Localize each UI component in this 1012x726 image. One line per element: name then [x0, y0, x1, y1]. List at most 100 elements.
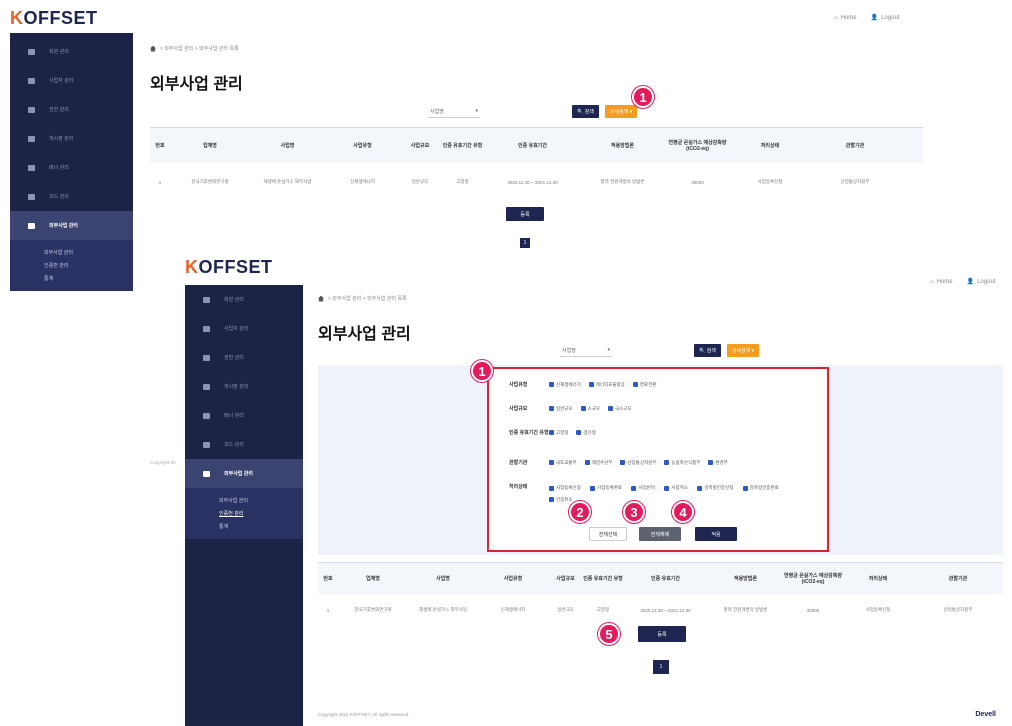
page-title: 외부사업 관리 — [150, 76, 243, 93]
submenu: 외부사업 관리 인증번 관리 통계 — [10, 240, 133, 291]
search-select[interactable]: 사업명 ▾ — [428, 106, 480, 118]
submenu-external[interactable]: 외부사업 관리 — [185, 494, 303, 507]
checkbox[interactable]: 인증취소 — [549, 495, 573, 505]
logout-link[interactable]: 👤 Logout — [967, 278, 996, 286]
copyright: Copyright 2021 KOFFSET. All rights reser… — [318, 712, 410, 717]
page-number-2[interactable]: 1 — [653, 660, 669, 674]
checkbox[interactable]: 농림축산식품부 — [664, 460, 700, 466]
cell: 재생에 온실가스 외부사업 — [263, 179, 312, 184]
logout-link[interactable]: 👤 Logout — [871, 14, 900, 22]
checkbox[interactable]: 갱신형 — [576, 430, 596, 436]
page-number[interactable]: 1 — [520, 238, 530, 248]
search-select[interactable]: 사업명 ▾ — [560, 345, 612, 357]
cell: 2020.12.30 ~ 2021.12.30 — [640, 607, 691, 613]
breadcrumb-2: > 외부사업 관리 > 외부사업 관리 목록 — [318, 295, 407, 302]
sidebar-item-auth[interactable]: 권한 관리 — [185, 343, 303, 372]
sidebar-item-board[interactable]: 게시판 관리 — [10, 124, 133, 153]
filter-row-validity: 인증 유효기간 유형 고정형 갱신형 — [509, 429, 596, 437]
col-header: 사업명 — [436, 576, 450, 582]
app-logo[interactable]: KOFFSET — [10, 8, 98, 29]
col-header: 관할기관 — [948, 576, 968, 582]
sidebar-item-banner[interactable]: 배너 관리 — [185, 401, 303, 430]
register-button[interactable]: 등록 — [506, 207, 544, 221]
checkbox[interactable]: 국토교통부 — [549, 460, 577, 466]
search-button[interactable]: 🔍 검색 — [694, 344, 721, 357]
register-button-2[interactable]: 등록 — [638, 626, 686, 642]
detail-search-panel: 사업유형 신재생에너지 에너지효율향상 연료전환 사업규모 일반규모 소규모 극… — [487, 367, 829, 552]
search-icon: 🔍 — [577, 109, 584, 115]
checkbox[interactable]: 사업등록완료 — [590, 483, 622, 493]
sidebar-item-members[interactable]: 회원 관리 — [185, 285, 303, 314]
submenu-stats[interactable]: 통계 — [10, 272, 133, 285]
checkbox[interactable]: 감축량인증완료 — [742, 483, 779, 493]
sidebar-item-auth[interactable]: 권한 관리 — [10, 95, 133, 124]
cell: 신재생에너지 — [500, 607, 526, 612]
check-icon — [580, 406, 586, 411]
checkbox[interactable]: 사업취소 — [664, 483, 688, 493]
home-icon[interactable] — [150, 45, 156, 52]
checkbox[interactable]: 감축량인증신청 — [697, 483, 733, 493]
col-header: 사업유형 — [503, 576, 523, 582]
table-header-2: 번호 업체명 사업명 사업유형 사업규모 인증 유효기간 유형 인증 유효기간 … — [318, 562, 1003, 594]
checkbox[interactable]: 환경부 — [708, 460, 728, 466]
col-header: 사업규모 — [410, 143, 430, 149]
sidebar-item-external[interactable]: 외부사업 관리 — [185, 459, 303, 488]
checkbox[interactable]: 사업반려 — [631, 483, 655, 493]
cell: 일반규모 — [411, 179, 429, 184]
home-link[interactable]: ⌂ Home — [930, 278, 953, 285]
sidebar-item-business[interactable]: 사업자 관리 — [185, 314, 303, 343]
detail-search-button[interactable]: 상세검색 ▾ — [726, 344, 760, 357]
table-row[interactable]: 1 한국기후변화연구원 재생에 온실가스 외부사업 신재생에너지 일반규모 고정… — [318, 598, 1003, 622]
user-icon — [203, 296, 210, 303]
cell: 고정형 — [456, 179, 469, 184]
annotation-badge-2: 2 — [569, 501, 591, 523]
sidebar-item-code[interactable]: 코드 관리 — [10, 182, 133, 211]
sidebar-item-banner[interactable]: 배너 관리 — [10, 153, 133, 182]
check-icon — [549, 430, 554, 435]
sidebar-item-business[interactable]: 사업자 관리 — [10, 66, 133, 95]
sidebar-item-external[interactable]: 외부사업 관리 — [10, 211, 133, 240]
checkbox[interactable]: 일반규모 — [549, 406, 573, 412]
col-header: 인증 유효기간 유형 — [583, 576, 623, 582]
table-header: 번호 업체명 사업명 사업유형 사업규모 인증 유효기간 유형 인증 유효기간 … — [150, 127, 923, 163]
checkbox[interactable]: 해양수산부 — [584, 460, 612, 466]
cell: 2020.12.30 ~ 2021.12.30 — [507, 179, 558, 185]
cell: 산업통상자원부 — [943, 607, 973, 612]
detail-search-button[interactable]: 상세검색 ▾ — [604, 105, 638, 118]
checkbox[interactable]: 연료전환 — [632, 382, 656, 388]
table-row[interactable]: 1 한국기후변화연구원 재생에 온실가스 외부사업 신재생에너지 일반규모 고정… — [150, 170, 923, 194]
check-icon — [588, 382, 594, 387]
board-icon — [203, 383, 210, 390]
apply-button[interactable]: 적용 — [695, 527, 737, 541]
home-icon[interactable] — [318, 295, 324, 302]
check-icon — [549, 497, 554, 502]
select-all-button[interactable]: 전체선택 — [589, 527, 627, 541]
checkbox[interactable]: 신재생에너지 — [549, 382, 581, 388]
checkbox[interactable]: 사업등록신청 — [549, 483, 581, 493]
sidebar-item-members[interactable]: 회원 관리 — [10, 37, 133, 66]
check-icon — [607, 406, 613, 411]
sidebar-item-code[interactable]: 코드 관리 — [185, 430, 303, 459]
chevron-down-icon: ▾ — [475, 108, 478, 114]
check-icon — [584, 460, 590, 465]
search-button[interactable]: 🔍 검색 — [572, 105, 599, 118]
deselect-all-button[interactable]: 전체해제 — [639, 527, 681, 541]
sidebar-item-board[interactable]: 게시판 관리 — [185, 372, 303, 401]
app-logo-2[interactable]: KOFFSET — [185, 257, 273, 278]
checkbox[interactable]: 극소규모 — [607, 406, 632, 412]
submenu-method[interactable]: 인증번 관리 — [185, 507, 303, 520]
checkbox[interactable]: 에너지효율향상 — [588, 382, 625, 388]
col-header: 사업명 — [280, 143, 295, 149]
submenu-stats[interactable]: 통계 — [185, 520, 303, 533]
home-icon: ⌂ — [930, 278, 934, 285]
home-link[interactable]: ⌂ Home — [834, 14, 857, 21]
checkbox[interactable]: 산업통상자원부 — [620, 460, 656, 466]
checkbox[interactable]: 고정형 — [549, 430, 568, 436]
checkbox[interactable]: 소규모 — [580, 406, 600, 412]
col-header: 업체명 — [366, 576, 380, 582]
col-header: 적용방법론 — [733, 576, 757, 582]
cell: 30000 — [806, 607, 820, 613]
submenu-method[interactable]: 인증번 관리 — [10, 259, 133, 272]
submenu-external[interactable]: 외부사업 관리 — [10, 246, 133, 259]
cell: 사업등록신청 — [757, 179, 783, 184]
